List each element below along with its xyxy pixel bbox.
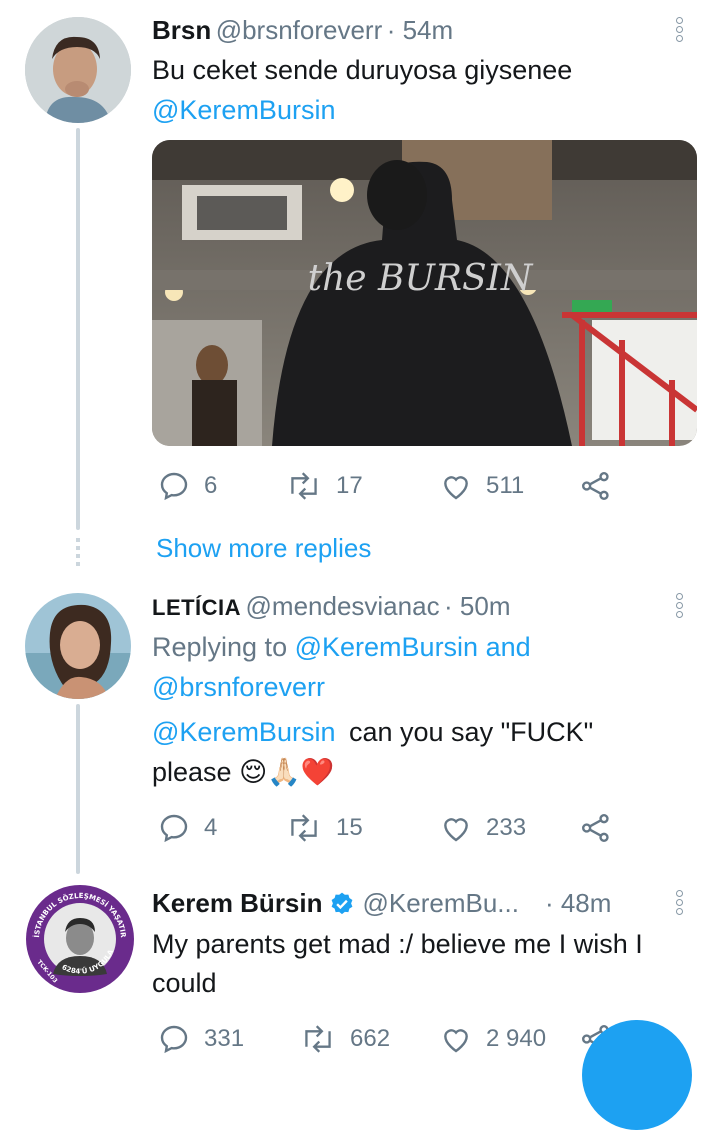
user-handle[interactable]: @KeremBu... [363,888,519,919]
replying-prefix: Replying to [152,632,288,662]
tweet-text: could [152,968,217,998]
share-icon [582,472,609,500]
user-name[interactable]: Kerem Bürsin [152,888,323,919]
reply-icon [160,814,188,843]
tweet-text: Bu ceket sende duruyosa giysenee [152,55,573,85]
tweet-text-line: please [152,757,232,787]
tweet-text: @KeremBursin can you say "FUCK" [152,712,593,752]
replying-to: Replying to @KeremBursin and [152,627,531,667]
retweet-icon [291,472,317,500]
more-options-icon[interactable] [676,593,686,623]
share-icon [582,814,609,842]
user-name[interactable]: Brsn [152,15,211,45]
verified-badge-icon [331,892,352,914]
heart-icon [444,818,468,842]
avatar[interactable]: İSTANBUL SÖZLEŞMESİ YAŞATIR 6284'Ü UYGUL… [25,884,135,994]
compose-tweet-button[interactable] [582,1020,692,1130]
retweet-button[interactable]: 17 [286,470,363,502]
reply-button[interactable]: 4 [158,812,217,844]
replying-mention[interactable]: @brsnforeverr [152,667,325,707]
thread-line [76,704,80,874]
retweet-count: 662 [350,1025,391,1052]
like-button[interactable]: 2 940 [440,1023,546,1055]
reply-button[interactable]: 331 [158,1023,244,1055]
more-options-icon[interactable] [676,17,686,47]
avatar[interactable] [25,593,131,699]
tweet-text: please 😌🙏🏻❤️ [152,752,334,792]
tweet-text-line: can you say "FUCK" [348,717,594,747]
reply-button[interactable]: 6 [158,470,217,502]
reply-icon [160,472,188,501]
thread-dots [76,538,80,568]
show-more-replies-link[interactable]: Show more replies [156,533,371,564]
timestamp: · 50m [444,591,511,621]
heart-icon [444,1029,468,1053]
tweet-media-image[interactable]: the BURSIN [152,140,697,446]
emoji-group: 😌🙏🏻❤️ [239,757,335,787]
share-button[interactable] [580,812,626,844]
retweet-button[interactable]: 662 [300,1023,390,1055]
jacket-print: the BURSIN [308,258,534,299]
reply-count: 6 [204,472,218,499]
user-name[interactable]: LETÍCIA [152,595,241,620]
replying-and: and [485,632,531,662]
like-count: 511 [486,472,525,499]
mention-link[interactable]: @KeremBursin [152,717,335,747]
replying-mention[interactable]: @KeremBursin [295,632,478,662]
reply-icon [160,1025,188,1054]
reply-count: 4 [204,814,218,841]
user-handle[interactable]: @brsnforeverr [216,15,383,45]
user-handle[interactable]: @mendesvianac [246,591,440,621]
thread-line [76,128,80,530]
avatar[interactable] [25,17,131,123]
more-options-icon[interactable] [676,890,686,920]
heart-icon [444,476,468,500]
like-button[interactable]: 233 [440,812,526,844]
retweet-icon [305,1025,331,1053]
timestamp: · 48m [544,888,612,918]
mention-link[interactable]: @KeremBursin [152,90,335,130]
tweet-text: My parents get mad :/ believe me I wish … [152,929,643,959]
retweet-count: 17 [336,472,363,499]
reply-count: 331 [204,1025,245,1052]
retweet-count: 15 [336,814,363,841]
like-count: 233 [486,814,527,841]
share-button[interactable] [580,470,626,502]
like-count: 2 940 [486,1025,547,1052]
like-button[interactable]: 511 [440,470,524,502]
timestamp: · 54m [386,15,454,45]
retweet-button[interactable]: 15 [286,812,363,844]
retweet-icon [291,814,317,842]
